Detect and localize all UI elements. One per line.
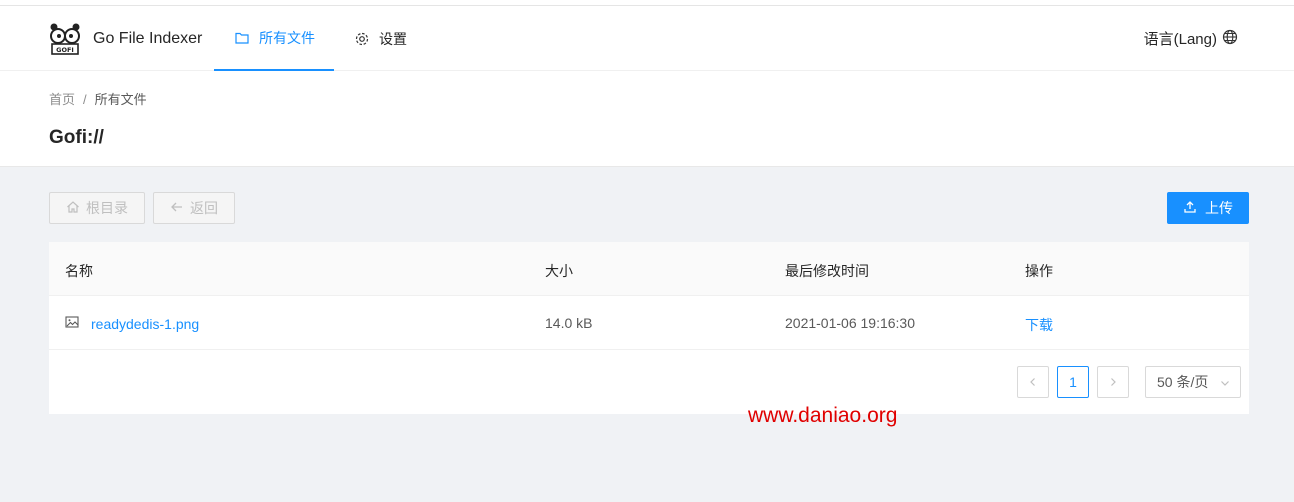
page-title: Gofi://: [49, 127, 104, 148]
page-size-select[interactable]: 50 条/页: [1145, 366, 1241, 398]
column-actions: 操作: [1025, 263, 1053, 279]
upload-label: 上传: [1205, 200, 1233, 216]
column-name[interactable]: 名称: [65, 261, 93, 281]
upload-button[interactable]: 上传: [1167, 192, 1249, 224]
language-label: 语言(Lang): [1143, 31, 1217, 48]
svg-text:GOFI: GOFI: [56, 46, 74, 54]
breadcrumb-separator: /: [83, 92, 87, 107]
nav-settings[interactable]: 设置: [354, 6, 407, 71]
home-icon: [66, 200, 86, 217]
nav-all-files[interactable]: 所有文件: [214, 6, 334, 71]
download-link[interactable]: 下载: [1025, 315, 1053, 335]
root-directory-label: 根目录: [86, 200, 128, 216]
back-button[interactable]: 返回: [153, 192, 235, 224]
page-header: 首页 / 所有文件 Gofi://: [0, 71, 1294, 167]
nav-all-files-label: 所有文件: [259, 29, 315, 46]
root-directory-button[interactable]: 根目录: [49, 192, 145, 224]
app-header: GOFI Go File Indexer 所有文件 设置 语言(Lang): [0, 6, 1294, 71]
file-size: 14.0 kB: [545, 315, 593, 331]
arrow-left-icon: [170, 200, 190, 217]
pagination-prev[interactable]: [1017, 366, 1049, 398]
gofi-logo[interactable]: GOFI: [48, 22, 82, 56]
watermark: www.daniao.org: [748, 404, 898, 427]
brand-name: Go File Indexer: [93, 30, 203, 47]
page-size-value: 50 条/页: [1157, 374, 1209, 390]
column-size[interactable]: 大小: [545, 261, 573, 281]
chevron-left-icon: [1028, 374, 1038, 390]
pagination-page[interactable]: 1: [1057, 366, 1089, 398]
breadcrumb-home[interactable]: 首页: [49, 92, 75, 107]
folder-icon: [234, 30, 250, 46]
gear-icon: [354, 31, 370, 47]
breadcrumb-current: 所有文件: [94, 92, 147, 107]
language-switcher[interactable]: 语言(Lang): [1144, 28, 1238, 49]
breadcrumb: 首页 / 所有文件: [49, 89, 147, 108]
upload-icon: [1183, 200, 1205, 217]
pagination-next[interactable]: [1097, 366, 1129, 398]
chevron-right-icon: [1108, 374, 1118, 390]
globe-icon: [1217, 29, 1238, 49]
file-table: 名称 大小 最后修改时间 操作 readydedis-1.png 14.0 kB…: [49, 242, 1249, 414]
file-modified: 2021-01-06 19:16:30: [785, 315, 915, 331]
file-name-link[interactable]: readydedis-1.png: [65, 315, 199, 332]
table-row: readydedis-1.png 14.0 kB 2021-01-06 19:1…: [49, 296, 1249, 350]
column-modified[interactable]: 最后修改时间: [785, 261, 869, 281]
image-file-icon: [65, 315, 91, 332]
nav-settings-label: 设置: [379, 30, 407, 47]
file-name: readydedis-1.png: [91, 315, 200, 332]
back-label: 返回: [190, 200, 218, 216]
table-header: 名称 大小 最后修改时间 操作: [49, 242, 1249, 296]
